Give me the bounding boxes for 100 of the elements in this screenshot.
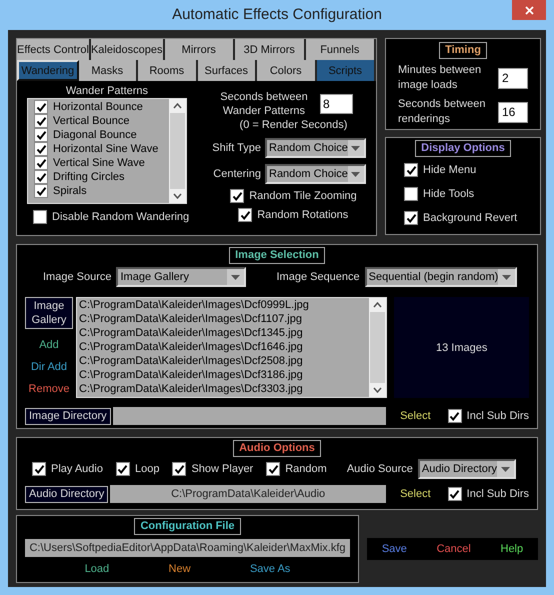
caret-icon bbox=[351, 172, 360, 176]
action-link[interactable]: Add bbox=[39, 338, 59, 352]
timing-label: Minutes between image loads bbox=[398, 63, 482, 93]
select-link[interactable]: Select bbox=[400, 409, 431, 423]
tab[interactable]: Rooms bbox=[138, 60, 198, 81]
chevron-down-icon[interactable] bbox=[373, 387, 382, 393]
gallery-button[interactable]: Image Gallery bbox=[25, 297, 73, 329]
tab[interactable]: Funnels bbox=[306, 39, 376, 60]
dialog-button[interactable]: Save bbox=[382, 542, 407, 556]
chevron-down-icon[interactable] bbox=[173, 193, 182, 199]
checkbox-label: Random bbox=[285, 462, 327, 476]
tab[interactable]: Kaleidoscopes bbox=[90, 39, 165, 60]
checkbox[interactable] bbox=[34, 184, 48, 198]
directory-button[interactable]: Audio Directory bbox=[25, 486, 108, 502]
file-item[interactable]: C:\ProgramData\Kaleider\Images\Dcf0999L.jpg bbox=[79, 298, 370, 312]
file-item[interactable]: C:\ProgramData\Kaleider\Images\Dcf2508.jpg bbox=[79, 354, 370, 368]
checkbox-label: Loop bbox=[134, 462, 160, 476]
dropdown[interactable]: Image Gallery bbox=[116, 267, 246, 287]
dropdown[interactable]: Sequential (begin random) bbox=[364, 267, 517, 287]
pattern-item[interactable]: Horizontal Bounce bbox=[53, 100, 143, 114]
checkbox[interactable] bbox=[34, 100, 48, 114]
timing-field[interactable]: 16 bbox=[498, 102, 528, 122]
section-title: Display Options bbox=[415, 140, 511, 157]
tab[interactable]: Colors bbox=[257, 60, 316, 81]
checkbox[interactable] bbox=[172, 462, 186, 476]
caret-icon bbox=[231, 274, 240, 280]
checkbox[interactable] bbox=[266, 462, 280, 476]
tab[interactable]: Surfaces bbox=[198, 60, 257, 81]
caret-icon bbox=[500, 466, 510, 472]
scrollbar[interactable] bbox=[169, 99, 186, 203]
pattern-item[interactable]: Vertical Sine Wave bbox=[53, 156, 145, 170]
checkbox-label: Show Player bbox=[191, 462, 254, 476]
dialog-button[interactable]: Help bbox=[500, 542, 524, 556]
section-title: Audio Options bbox=[233, 440, 321, 457]
file-item[interactable]: C:\ProgramData\Kaleider\Images\Dcf3186.jpg bbox=[79, 368, 370, 382]
section-title: Configuration File bbox=[134, 518, 241, 535]
checkbox[interactable] bbox=[32, 462, 46, 476]
pattern-item[interactable]: Drifting Circles bbox=[53, 170, 125, 184]
action-link[interactable]: Dir Add bbox=[30, 360, 68, 374]
directory-button[interactable]: Image Directory bbox=[25, 408, 111, 424]
dropdown-label: Shift Type bbox=[212, 141, 261, 155]
tab[interactable]: Effects Control bbox=[17, 39, 91, 60]
image-count: 13 Images bbox=[436, 340, 488, 354]
tab[interactable]: Masks bbox=[78, 60, 138, 81]
chevron-up-icon[interactable] bbox=[173, 103, 182, 109]
scrollbar[interactable] bbox=[369, 298, 386, 397]
checkbox-label: Disable Random Wandering bbox=[52, 210, 190, 224]
file-item[interactable]: C:\ProgramData\Kaleider\Images\Dcf3303.jpg bbox=[79, 382, 370, 396]
checkbox[interactable] bbox=[230, 189, 244, 203]
checkbox-label: Play Audio bbox=[51, 462, 103, 476]
checkbox[interactable] bbox=[33, 210, 47, 224]
close-icon bbox=[524, 6, 534, 14]
chevron-up-icon[interactable] bbox=[373, 302, 382, 308]
select-link[interactable]: Select bbox=[400, 487, 431, 501]
file-item[interactable]: C:\ProgramData\Kaleider\Images\Dcf1646.jpg bbox=[79, 340, 370, 354]
tab[interactable]: Mirrors bbox=[164, 39, 236, 60]
pattern-item[interactable]: Spirals bbox=[53, 184, 87, 198]
window-title: Automatic Effects Configuration bbox=[172, 5, 382, 25]
action-link[interactable]: Remove bbox=[28, 382, 70, 396]
directory-field[interactable]: C:\ProgramData\Kaleider\Audio bbox=[110, 485, 386, 503]
checkbox[interactable] bbox=[34, 128, 48, 142]
checkbox[interactable] bbox=[116, 462, 130, 476]
seconds-label: Seconds between Wander Patterns bbox=[219, 90, 309, 118]
checkbox[interactable] bbox=[448, 409, 462, 423]
checkbox[interactable] bbox=[404, 163, 418, 177]
file-action-link[interactable]: Save As bbox=[250, 562, 290, 576]
close-button[interactable] bbox=[512, 0, 546, 20]
tab[interactable]: 3D Mirrors bbox=[235, 39, 306, 60]
file-item[interactable]: C:\ProgramData\Kaleider\Images\Dcf1107.jpg bbox=[79, 312, 370, 326]
file-item[interactable]: C:\ProgramData\Kaleider\Images\Dcf1345.jpg bbox=[79, 326, 370, 340]
sequence-label: Image Sequence bbox=[276, 270, 360, 284]
dropdown[interactable]: Random Choice bbox=[265, 164, 366, 184]
pattern-item[interactable]: Vertical Bounce bbox=[53, 114, 130, 128]
checkbox[interactable] bbox=[34, 170, 48, 184]
dropdown[interactable]: Audio Directory bbox=[418, 459, 516, 479]
source-label: Audio Source bbox=[346, 462, 413, 476]
checkbox[interactable] bbox=[34, 114, 48, 128]
caret-icon bbox=[351, 146, 360, 150]
checkbox-label: Incl Sub Dirs bbox=[466, 487, 529, 501]
seconds-field[interactable]: 8 bbox=[320, 94, 353, 114]
seconds-note: (0 = Render Seconds) bbox=[240, 118, 348, 132]
dropdown-label: Centering bbox=[213, 167, 261, 181]
dropdown[interactable]: Random Choice bbox=[265, 138, 366, 158]
checkbox[interactable] bbox=[34, 156, 48, 170]
checkbox-label: Hide Menu bbox=[423, 163, 476, 177]
directory-field[interactable] bbox=[112, 407, 386, 425]
checkbox[interactable] bbox=[404, 211, 418, 225]
checkbox[interactable] bbox=[448, 487, 462, 501]
source-label: Image Source bbox=[43, 270, 112, 284]
dialog-button[interactable]: Cancel bbox=[436, 542, 471, 556]
checkbox[interactable] bbox=[404, 187, 418, 201]
checkbox[interactable] bbox=[238, 208, 252, 222]
timing-field[interactable]: 2 bbox=[498, 68, 528, 88]
config-path-field[interactable]: C:\Users\SoftpediaEditor\AppData\Roaming\Kaleider\MaxMix.kfg bbox=[25, 539, 350, 557]
file-action-link[interactable]: Load bbox=[84, 562, 110, 576]
pattern-item[interactable]: Diagonal Bounce bbox=[53, 128, 137, 142]
checkbox[interactable] bbox=[34, 142, 48, 156]
checkbox-label: Hide Tools bbox=[423, 187, 474, 201]
pattern-item[interactable]: Horizontal Sine Wave bbox=[53, 142, 158, 156]
file-action-link[interactable]: New bbox=[168, 562, 191, 576]
